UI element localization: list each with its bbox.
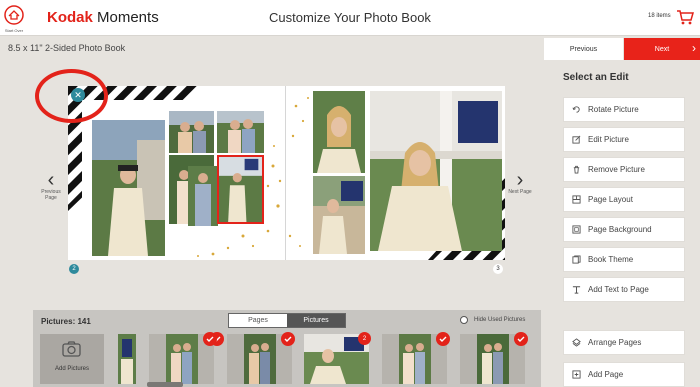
picture-strip: Pictures: 141 Pages Pictures Hide Used P… [33,310,541,387]
next-button-label: Next [654,45,670,53]
hide-used-toggle[interactable]: Hide Used Pictures [460,316,525,324]
page-background-label: Page Background [588,225,652,234]
add-pictures-button[interactable]: Add Pictures [40,334,104,384]
background-icon [572,225,581,234]
thumbnail-3[interactable] [227,332,295,384]
thumbnail-5[interactable] [382,332,450,384]
edit-picture-button[interactable]: Edit Picture [563,127,685,152]
page-layout-button[interactable]: Page Layout [563,187,685,212]
page-title: Customize Your Photo Book [269,10,431,25]
chevron-right-icon: › [516,169,524,191]
top-header: Start Over Kodak Moments Customize Your … [0,0,700,36]
remove-picture-label: Remove Picture [588,165,645,174]
tab-pictures[interactable]: Pictures [287,314,345,327]
book-title: 8.5 x 11" 2-Sided Photo Book [8,43,126,53]
selected-check-icon [281,332,295,346]
rotate-picture-label: Rotate Picture [588,105,639,114]
camera-icon [62,341,81,357]
book-theme-button[interactable]: Book Theme [563,247,685,272]
previous-page-label: Previous Page [41,189,61,201]
next-page-button[interactable]: › Next Page [505,169,535,195]
edit-picture-label: Edit Picture [588,135,629,144]
selected-check-icon [203,332,217,346]
selected-check-icon [514,332,528,346]
cart-count[interactable]: 18 items [648,13,671,19]
rotate-picture-button[interactable]: Rotate Picture [563,97,685,122]
add-page-label: Add Page [588,370,624,379]
photo-graduate-porch[interactable] [92,120,165,256]
radio-icon[interactable] [460,316,468,324]
selected-check-icon [436,332,450,346]
arrange-icon [572,338,581,347]
rotate-icon [572,105,581,114]
page-background-button[interactable]: Page Background [563,217,685,242]
cart-icon[interactable] [676,8,694,26]
photo-couple-1[interactable] [169,111,214,153]
used-count-badge: 2 [358,332,371,345]
strip-tabs: Pages Pictures [228,313,346,328]
close-icon[interactable]: ✕ [71,88,85,102]
text-icon [572,285,581,294]
trash-icon [572,165,581,174]
photo-graduate-portrait[interactable] [313,91,365,173]
layout-icon [572,195,581,204]
theme-icon [572,255,581,264]
chevron-right-icon: › [692,41,696,55]
chevron-left-icon: ‹ [47,169,55,191]
add-page-button[interactable]: Add Page [563,362,685,387]
thumbnail-2[interactable] [149,332,217,384]
arrange-pages-button[interactable]: Arrange Pages [563,330,685,355]
page-fold [285,86,286,260]
thumbnail-1[interactable] [118,332,224,384]
thumbnail-6[interactable] [460,332,528,384]
previous-page-button[interactable]: ‹ Previous Page [36,169,66,201]
strip-scrollbar[interactable] [147,382,183,387]
add-text-label: Add Text to Page [588,285,649,294]
edit-icon [572,135,581,144]
page-layout-label: Page Layout [588,195,633,204]
left-page-number: 2 [69,264,79,274]
tab-pages[interactable]: Pages [229,314,287,327]
book-theme-label: Book Theme [588,255,634,264]
photo-graduate-porch-2[interactable] [313,176,365,254]
next-button[interactable]: Next › [624,38,700,60]
next-page-label: Next Page [508,189,532,195]
photo-graduate-flag-selected[interactable] [217,155,264,224]
book-spread [68,86,505,260]
photo-graduate-large[interactable] [370,91,502,251]
thumbnail-4[interactable]: 2 [304,332,371,384]
edit-panel-heading: Select an Edit [563,72,629,83]
start-over-label: Start Over [4,28,24,33]
add-text-button[interactable]: Add Text to Page [563,277,685,302]
right-page-number: 3 [493,264,503,274]
arrange-pages-label: Arrange Pages [588,338,642,347]
hide-used-label: Hide Used Pictures [474,317,526,323]
add-page-icon [572,370,581,379]
photo-couple-4[interactable] [188,166,218,226]
pictures-count: Pictures: 141 [41,317,91,326]
previous-button[interactable]: Previous [544,38,623,60]
photo-couple-2[interactable] [217,111,264,153]
remove-picture-button[interactable]: Remove Picture [563,157,685,182]
add-pictures-label: Add Pictures [54,366,90,372]
